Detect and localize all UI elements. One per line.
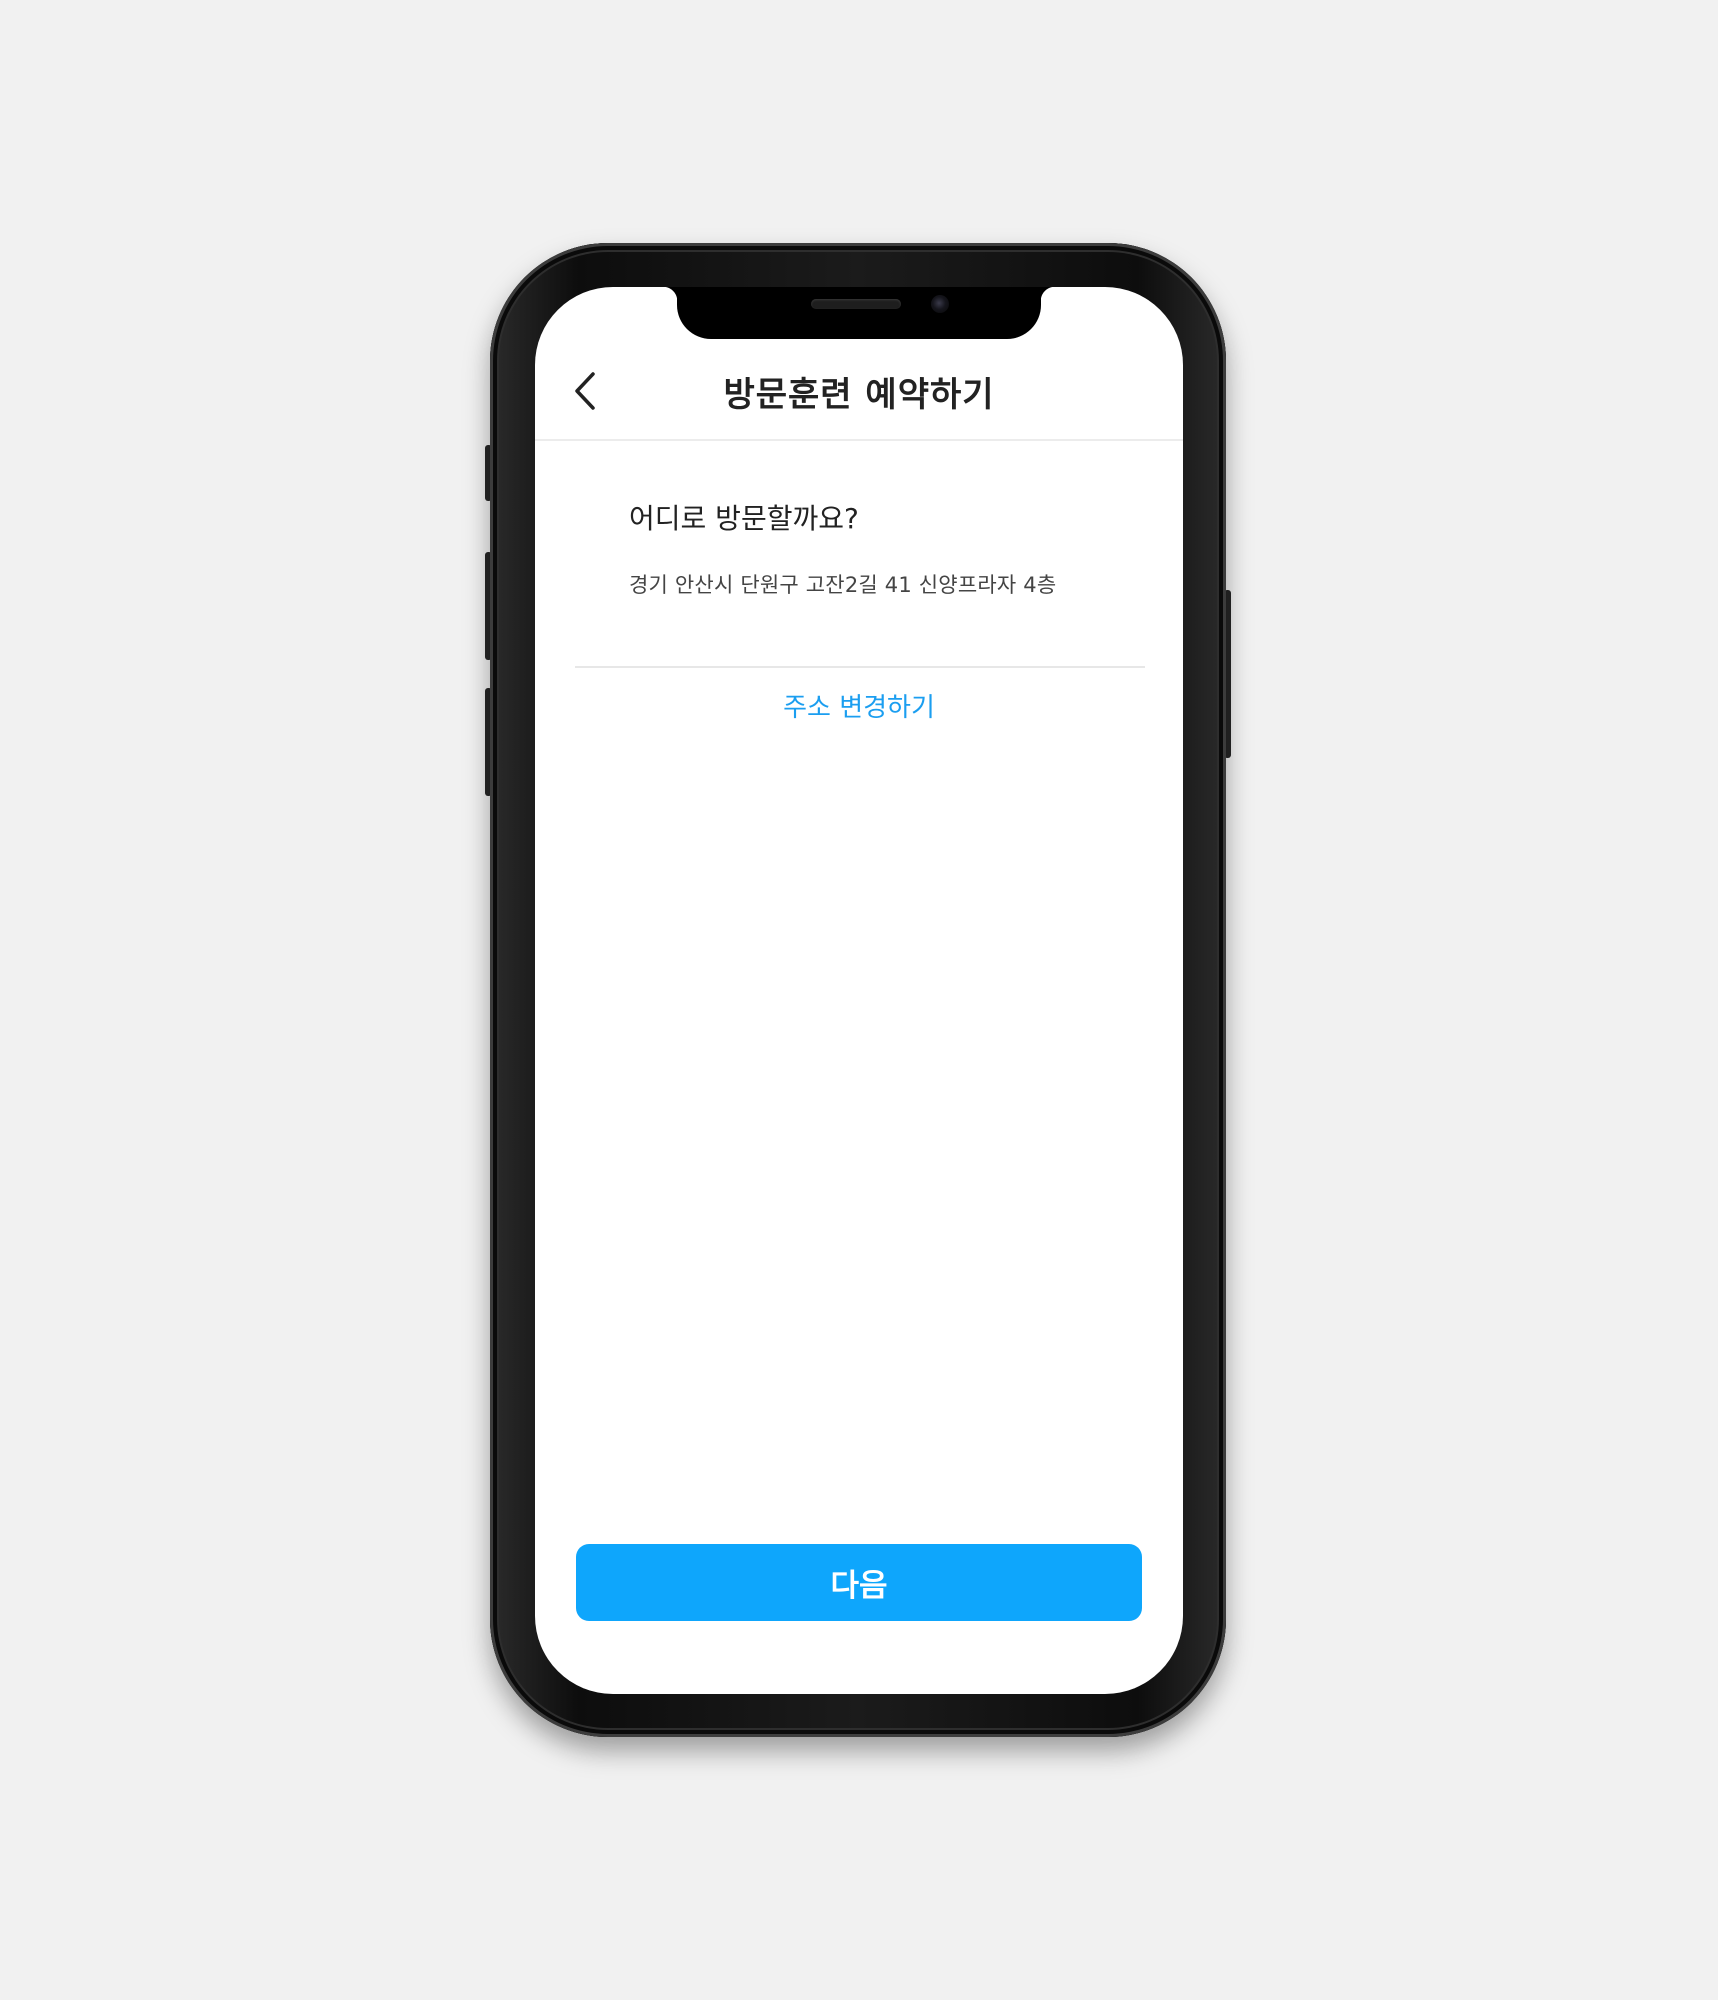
change-address-link[interactable]: 주소 변경하기 [535,687,1183,724]
location-question: 어디로 방문할까요? [629,502,859,535]
phone-screen: 방문훈련 예약하기 어디로 방문할까요? 경기 안산시 단원구 고잔2길 41 … [535,287,1183,1694]
notch [663,287,1055,339]
speaker-grille [811,299,901,309]
app-header: 방문훈련 예약하기 [535,347,1183,441]
divider [575,666,1145,668]
next-button[interactable]: 다음 [576,1544,1142,1621]
address-text: 경기 안산시 단원구 고잔2길 41 신양프라자 4층 [629,573,1057,597]
page-title: 방문훈련 예약하기 [723,375,995,415]
front-camera-icon [931,295,949,313]
